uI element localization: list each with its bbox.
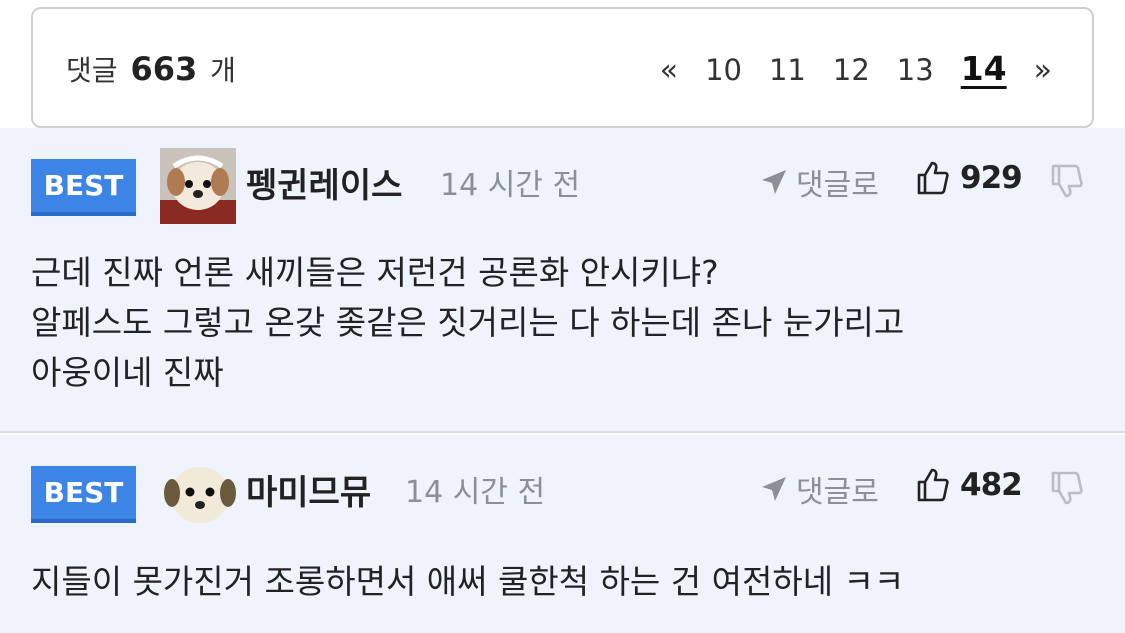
comment-line: 알페스도 그렇고 온갖 좆같은 짓거리는 다 하는데 존나 눈가리고: [31, 303, 905, 342]
like-count: 929: [960, 160, 1023, 196]
avatar[interactable]: [162, 455, 238, 531]
comment-item: BEST 마미므뮤 14 시간 전 댓글로 482 지들이 못가진거 조롱하면서…: [0, 435, 1125, 633]
username[interactable]: 펭귄레이스: [246, 158, 402, 207]
reply-label: 댓글로: [796, 475, 879, 510]
page-link-10[interactable]: 10: [705, 53, 742, 87]
send-arrow-icon: [762, 477, 786, 501]
comment-body: 지들이 못가진거 조롱하면서 애써 쿨한척 하는 건 여전하네 ㅋㅋ: [31, 557, 1101, 607]
page-link-11[interactable]: 11: [769, 53, 806, 87]
send-arrow-icon: [762, 170, 786, 194]
like-count: 482: [960, 467, 1023, 503]
thumbs-up-icon: [917, 161, 949, 195]
page-link-12[interactable]: 12: [833, 53, 870, 87]
best-badge: BEST: [31, 159, 136, 216]
reply-button[interactable]: 댓글로: [760, 467, 879, 511]
thumbs-up-icon: [917, 468, 949, 502]
count-suffix: 개: [210, 54, 236, 87]
like-button[interactable]: 482: [916, 467, 1023, 503]
comment-count-bar: 댓글 663 개 « 10 11 12 13 14 »: [31, 7, 1094, 128]
prev-page-button[interactable]: «: [660, 53, 678, 88]
page-link-13[interactable]: 13: [897, 53, 934, 87]
comment-count: 댓글 663 개: [66, 49, 236, 89]
timestamp: 14 시간 전: [405, 475, 546, 510]
reply-button[interactable]: 댓글로: [760, 160, 879, 204]
thumbs-down-icon[interactable]: [1050, 470, 1084, 506]
comment-body: 근데 진짜 언론 새끼들은 저런건 공론화 안시키냐? 알페스도 그렇고 온갖 …: [31, 248, 1101, 398]
comment-line: 근데 진짜 언론 새끼들은 저런건 공론화 안시키냐?: [31, 253, 719, 292]
reply-label: 댓글로: [796, 168, 879, 203]
next-page-button[interactable]: »: [1034, 53, 1052, 88]
count-value: 663: [130, 50, 198, 88]
avatar[interactable]: [160, 148, 236, 224]
username[interactable]: 마미므뮤: [246, 465, 371, 514]
pagination: « 10 11 12 13 14 »: [633, 49, 1052, 88]
comment-item: BEST 펭귄레이스 14 시간 전 댓글로 929 근데 진짜 언론 새끼들은…: [0, 128, 1125, 433]
best-badge: BEST: [31, 466, 136, 523]
comment-line: 지들이 못가진거 조롱하면서 애써 쿨한척 하는 건 여전하네 ㅋㅋ: [31, 562, 905, 601]
count-prefix: 댓글: [66, 54, 118, 87]
page-link-current[interactable]: 14: [961, 49, 1007, 88]
like-button[interactable]: 929: [916, 160, 1023, 196]
timestamp: 14 시간 전: [440, 168, 581, 203]
comment-line: 아웅이네 진짜: [31, 353, 224, 392]
thumbs-down-icon[interactable]: [1050, 163, 1084, 199]
